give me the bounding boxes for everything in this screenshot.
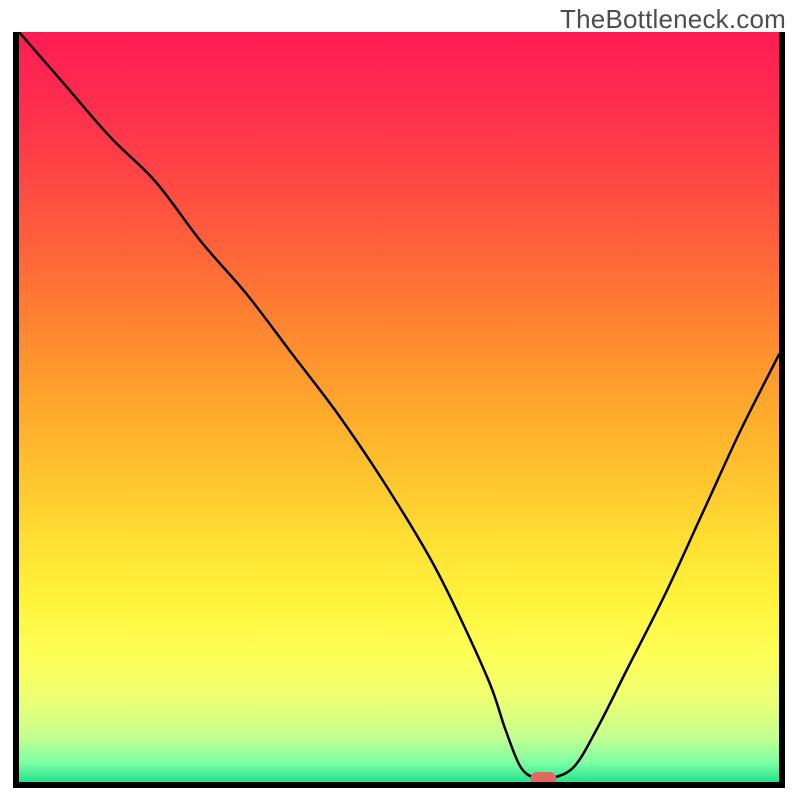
bottleneck-chart: TheBottleneck.com <box>0 0 800 800</box>
watermark-text: TheBottleneck.com <box>560 4 786 35</box>
gradient-background <box>19 32 779 782</box>
optimal-point-marker <box>530 772 556 782</box>
chart-plot-area <box>19 32 779 782</box>
